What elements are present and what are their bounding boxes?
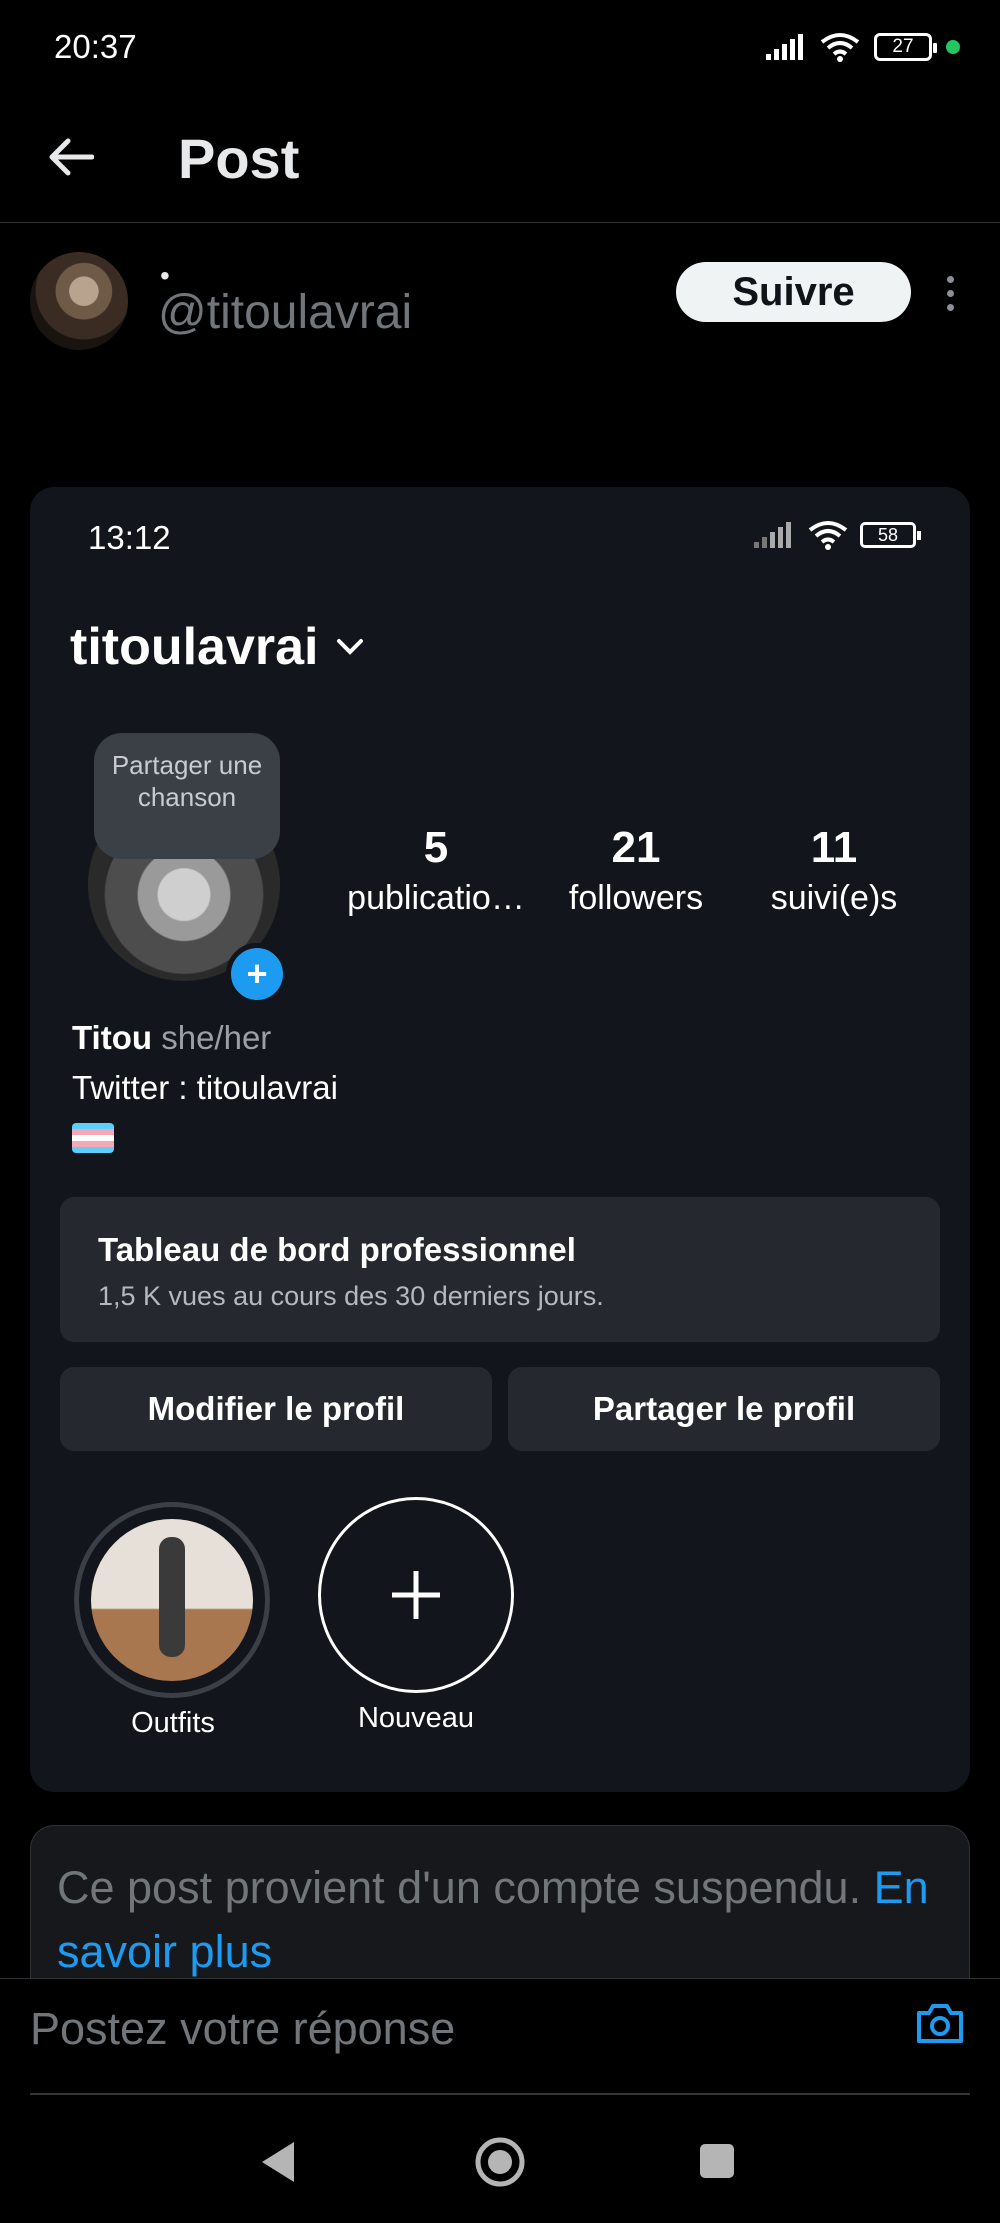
back-button[interactable] bbox=[36, 122, 106, 192]
nav-back-icon[interactable] bbox=[258, 2140, 298, 2184]
stat-value: 5 bbox=[423, 823, 449, 872]
privacy-indicator-dot bbox=[946, 40, 960, 54]
trans-flag-icon bbox=[72, 1123, 114, 1153]
stat-value: 11 bbox=[810, 823, 858, 872]
signal-icon bbox=[754, 522, 791, 548]
more-options-button[interactable] bbox=[935, 268, 965, 318]
notice-text: Ce post provient d'un compte suspendu. E… bbox=[57, 1856, 937, 1984]
battery-icon: 27 bbox=[874, 33, 937, 61]
bio-text: Twitter : titoulavrai bbox=[72, 1069, 338, 1106]
author-avatar[interactable] bbox=[30, 252, 128, 350]
stat-label: publicatio… bbox=[347, 879, 525, 917]
camera-icon bbox=[917, 2004, 963, 2043]
highlight-label: Nouveau bbox=[357, 1702, 475, 1734]
add-story-plus-icon: + bbox=[226, 943, 288, 1005]
follow-button[interactable]: Suivre bbox=[676, 262, 911, 322]
wifi-icon bbox=[808, 521, 848, 550]
reply-bar bbox=[0, 1978, 1000, 2095]
embedded-status-time: 13:12 bbox=[88, 519, 171, 556]
post-header: Post bbox=[0, 92, 1000, 223]
signal-icon bbox=[766, 34, 803, 60]
chevron-down-icon bbox=[336, 639, 363, 655]
battery-icon: 58 bbox=[860, 522, 921, 548]
post-image[interactable]: 13:12 58 titoulavrai Partager une chanso… bbox=[30, 487, 970, 1792]
plus-icon bbox=[392, 1571, 440, 1619]
status-icons: 27 bbox=[766, 30, 960, 64]
profile-username: titoulavrai bbox=[70, 617, 365, 677]
highlight-label: Outfits bbox=[131, 1707, 215, 1739]
dashboard-title: Tableau de bord professionnel bbox=[98, 1231, 576, 1268]
arrow-left-icon bbox=[49, 138, 94, 176]
status-bar: 20:37 27 bbox=[0, 0, 1000, 92]
more-dot bbox=[946, 303, 954, 311]
stat-followers: 21 followers bbox=[536, 823, 736, 918]
stat-posts: 5 publicatio… bbox=[336, 823, 536, 918]
stat-following: 11 suivi(e)s bbox=[734, 823, 934, 918]
wifi-icon bbox=[820, 33, 860, 62]
highlight-outfits-image bbox=[91, 1519, 253, 1681]
embedded-status-icons: 58 bbox=[754, 520, 921, 550]
reply-underline bbox=[30, 2093, 970, 2095]
reply-input[interactable] bbox=[30, 1999, 910, 2059]
stat-label: followers bbox=[568, 879, 704, 917]
camera-button[interactable] bbox=[912, 1995, 968, 2051]
more-dot bbox=[946, 289, 954, 297]
nav-home-icon[interactable] bbox=[472, 2134, 528, 2190]
edit-profile-button: Modifier le profil bbox=[60, 1367, 492, 1451]
stat-value: 21 bbox=[611, 823, 661, 872]
system-nav-bar bbox=[0, 2100, 1000, 2223]
dashboard-subtitle: 1,5 K vues au cours des 30 derniers jour… bbox=[98, 1281, 604, 1311]
nav-recents-icon[interactable] bbox=[700, 2144, 734, 2178]
status-time: 20:37 bbox=[54, 28, 137, 65]
highlight-outfits bbox=[74, 1502, 270, 1698]
bio-pronouns: she/her bbox=[161, 1019, 272, 1056]
username-text: titoulavrai bbox=[70, 618, 319, 676]
professional-dashboard: Tableau de bord professionnel 1,5 K vues… bbox=[60, 1197, 940, 1342]
share-song-bubble: Partager une chanson bbox=[94, 733, 280, 859]
stat-label: suivi(e)s bbox=[770, 879, 898, 917]
highlight-new bbox=[318, 1497, 514, 1693]
bio-name-line: Titou she/her bbox=[72, 1019, 271, 1057]
more-dot bbox=[946, 275, 954, 283]
share-profile-button: Partager le profil bbox=[508, 1367, 940, 1451]
author-handle[interactable]: @titoulavrai bbox=[158, 285, 412, 340]
notice-message: Ce post provient d'un compte suspendu. bbox=[57, 1862, 862, 1913]
bio-name: Titou bbox=[72, 1019, 153, 1056]
page-title: Post bbox=[178, 127, 300, 190]
